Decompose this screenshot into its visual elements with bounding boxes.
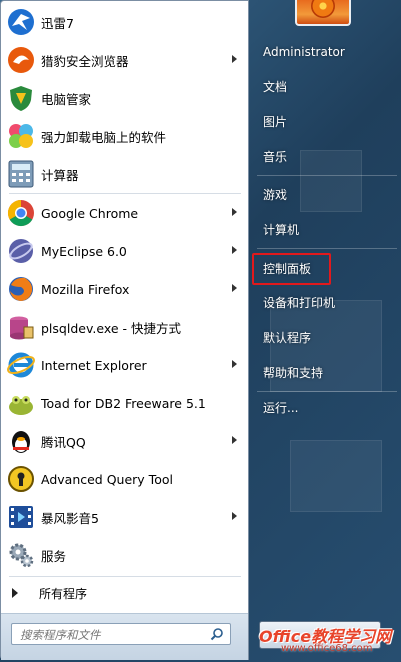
ie-icon [6,350,36,380]
submenu-arrow-icon[interactable] [232,360,237,368]
all-programs-label: 所有程序 [39,586,88,601]
program-item[interactable]: 强力卸载电脑上的软件 [3,117,247,155]
right-item-documents[interactable]: 文档 [257,76,397,98]
program-label: 腾讯QQ [41,434,86,450]
program-label: 计算器 [41,167,79,183]
program-list: 迅雷7 猎豹安全浏览器 电脑管家 强力卸载电脑上的软件 计算器 Google C… [3,3,247,574]
program-item[interactable]: MyEclipse 6.0 [3,232,247,270]
program-item[interactable]: Advanced Query Tool [3,460,247,498]
program-item[interactable]: plsqldev.exe - 快捷方式 [3,308,247,346]
program-item[interactable]: Toad for DB2 Freeware 5.1 [3,384,247,422]
shield-v-icon [6,83,36,113]
program-label: MyEclipse 6.0 [41,243,127,259]
program-item[interactable]: Google Chrome [3,194,247,232]
search-icon[interactable] [210,627,224,641]
right-item-user[interactable]: Administrator [257,41,397,63]
myeclipse-icon [6,236,36,266]
program-label: 服务 [41,548,67,564]
start-menu-left-pane: 迅雷7 猎豹安全浏览器 电脑管家 强力卸载电脑上的软件 计算器 Google C… [0,0,249,660]
site-watermark: Office教程学习网 www.office68.com [259,623,399,654]
calculator-icon [6,159,36,189]
program-item[interactable]: 暴风影音5 [3,498,247,536]
search-area [1,613,248,660]
program-label: Mozilla Firefox [41,281,130,297]
program-item[interactable]: Internet Explorer [3,346,247,384]
thunder-bird-icon [6,7,36,37]
keyhole-icon [6,464,36,494]
program-label: plsqldev.exe - 快捷方式 [41,320,181,336]
watermark-url: www.office68.com [281,643,373,654]
program-label: 电脑管家 [41,91,92,107]
search-input[interactable] [18,625,212,645]
program-item[interactable]: 服务 [3,536,247,574]
submenu-arrow-icon[interactable] [232,246,237,254]
right-separator [257,175,397,176]
qq-penguin-icon [6,426,36,456]
right-item-run[interactable]: 运行... [257,397,397,419]
program-item[interactable]: 猎豹安全浏览器 [3,41,247,79]
program-item[interactable]: 计算器 [3,155,247,193]
program-item[interactable]: 迅雷7 [3,3,247,41]
all-programs-button[interactable]: 所有程序 [3,579,243,607]
right-item-games[interactable]: 游戏 [257,184,397,206]
gears-icon [6,540,36,570]
program-label: 暴风影音5 [41,510,99,526]
submenu-arrow-icon[interactable] [232,512,237,520]
program-item[interactable]: 腾讯QQ [3,422,247,460]
right-item-pictures[interactable]: 图片 [257,111,397,133]
submenu-arrow-icon[interactable] [232,208,237,216]
submenu-arrow-icon[interactable] [232,55,237,63]
film-strip-icon [6,502,36,532]
right-item-music[interactable]: 音乐 [257,146,397,168]
submenu-arrow-icon[interactable] [232,436,237,444]
plsql-db-icon [6,312,36,342]
search-box[interactable] [11,623,231,645]
toad-icon [6,388,36,418]
right-item-computer[interactable]: 计算机 [257,219,397,241]
pinwheel-icon [6,121,36,151]
program-label: 强力卸载电脑上的软件 [41,129,167,145]
program-label: Advanced Query Tool [41,471,173,487]
program-item[interactable]: Mozilla Firefox [3,270,247,308]
right-item-devices-printers[interactable]: 设备和打印机 [257,292,397,314]
all-programs-separator [9,576,241,577]
user-avatar[interactable] [295,0,351,26]
program-label: 猎豹安全浏览器 [41,53,129,69]
right-item-help-support[interactable]: 帮助和支持 [257,362,397,384]
expand-arrow-icon [12,588,18,598]
submenu-arrow-icon[interactable] [232,284,237,292]
right-separator [257,391,397,392]
chrome-icon [6,198,36,228]
program-item[interactable]: 电脑管家 [3,79,247,117]
program-label: 迅雷7 [41,15,74,31]
right-item-default-programs[interactable]: 默认程序 [257,327,397,349]
cheetah-browser-icon [6,45,36,75]
firefox-icon [6,274,36,304]
control-panel-highlight-box [252,253,331,285]
right-separator [257,248,397,249]
start-menu-right-pane: Administrator 文档 图片 音乐 游戏 计算机 控制面板 设备和打印… [249,0,401,662]
program-label: Toad for DB2 Freeware 5.1 [41,395,206,411]
program-label: Internet Explorer [41,357,147,373]
program-label: Google Chrome [41,205,139,221]
